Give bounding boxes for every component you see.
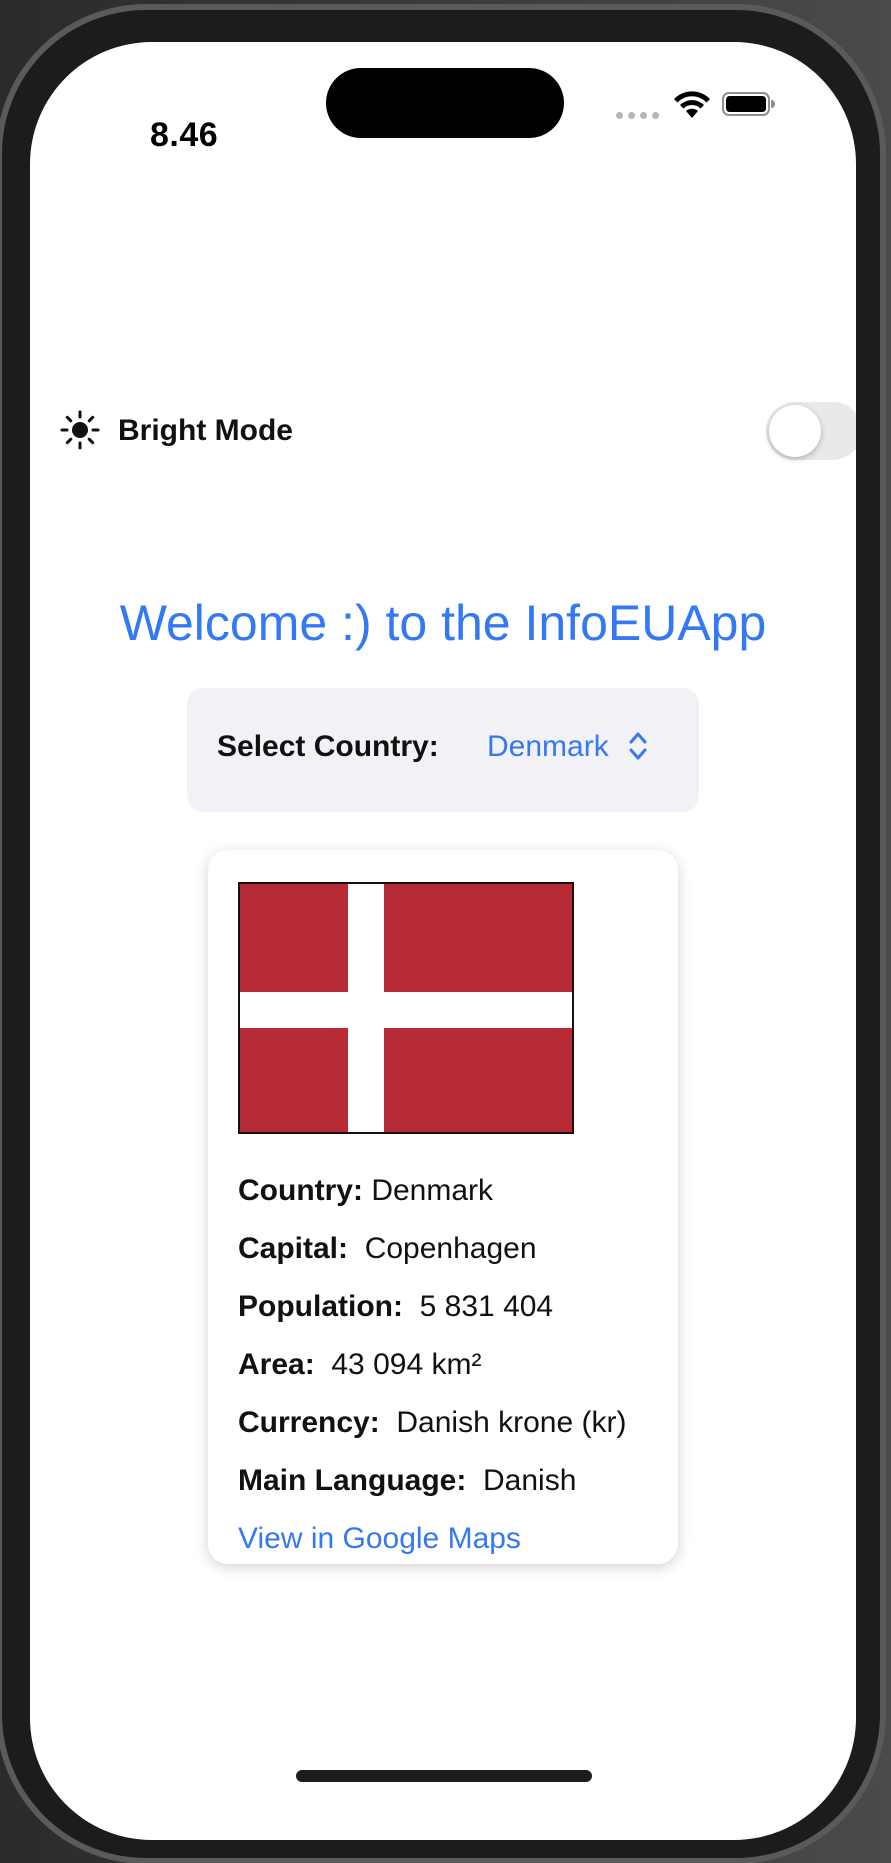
bright-mode-row: Bright Mode — [60, 402, 856, 462]
currency-row: Currency: Danish krone (kr) — [238, 1406, 626, 1440]
area-value: 43 094 km² — [331, 1348, 482, 1381]
battery-icon — [722, 92, 775, 116]
area-row: Area: 43 094 km² — [238, 1348, 481, 1382]
population-row: Population: 5 831 404 — [238, 1290, 553, 1324]
capital-row: Capital: Copenhagen — [238, 1232, 537, 1266]
country-flag — [238, 882, 574, 1134]
welcome-title: Welcome :) to the InfoEUApp — [119, 595, 767, 651]
currency-value: Danish krone (kr) — [396, 1406, 627, 1439]
wifi-icon — [674, 91, 710, 118]
bright-mode-label: Bright Mode — [118, 414, 293, 447]
language-row: Main Language: Danish — [238, 1464, 576, 1498]
country-value: Denmark — [371, 1174, 494, 1207]
bright-mode-toggle[interactable] — [766, 402, 856, 460]
cellular-signal-icon — [616, 112, 659, 119]
desktop-background: 8.46 Bright Mode Welcome:) to the InfoE… — [0, 0, 891, 1863]
phone-screen: 8.46 Bright Mode Welcome:) to the InfoE… — [30, 42, 856, 1840]
status-time: 8.46 — [150, 116, 219, 154]
population-value: 5 831 404 — [419, 1290, 554, 1323]
google-maps-link[interactable]: View in Google Maps — [238, 1522, 521, 1556]
country-row: Country: Denmark — [238, 1174, 493, 1208]
picker-label: Select Country: — [217, 730, 439, 763]
country-info-card: Country: Denmark Capital: Copenhagen Pop… — [208, 850, 678, 1564]
country-picker: Select Country: Denmark — [187, 688, 699, 812]
currency-label: Currency: — [238, 1406, 380, 1439]
language-value: Danish — [483, 1464, 577, 1497]
capital-label: Capital: — [238, 1232, 349, 1265]
phone-frame: 8.46 Bright Mode Welcome:) to the InfoE… — [0, 4, 886, 1863]
dynamic-island — [326, 68, 564, 138]
population-label: Population: — [238, 1290, 403, 1323]
sun-icon — [60, 410, 100, 450]
country-picker-button[interactable]: Denmark — [487, 730, 609, 764]
area-label: Area: — [238, 1348, 315, 1381]
country-label: Country: — [238, 1174, 363, 1207]
home-indicator[interactable] — [296, 1770, 592, 1782]
toggle-knob — [769, 405, 821, 457]
chevron-up-down-icon[interactable] — [627, 728, 649, 764]
language-label: Main Language: — [238, 1464, 467, 1497]
capital-value: Copenhagen — [364, 1232, 537, 1265]
